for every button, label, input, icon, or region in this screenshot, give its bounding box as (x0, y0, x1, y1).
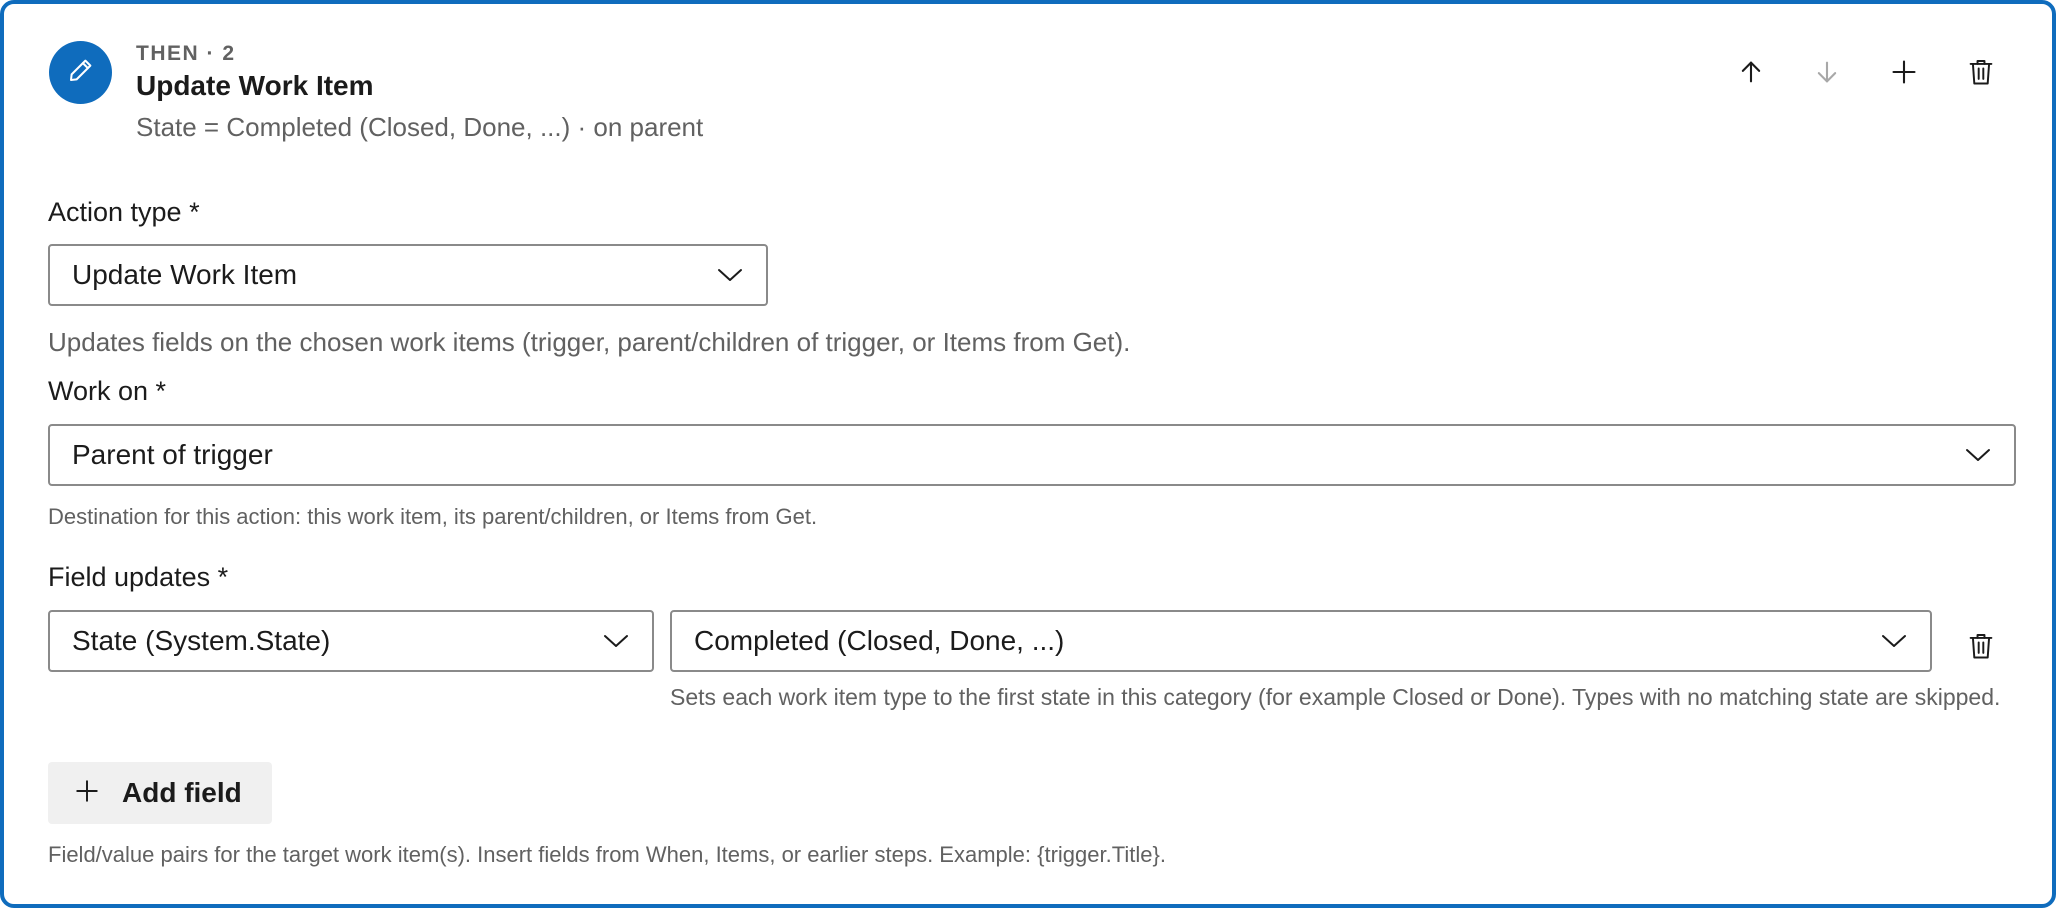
value-help: Sets each work item type to the first st… (670, 684, 2001, 710)
step-summary: State = Completed (Closed, Done, ...) · … (136, 112, 704, 142)
step-avatar (49, 41, 112, 104)
chevron-down-icon (602, 627, 630, 655)
work-on-dropdown[interactable]: Parent of trigger (48, 424, 2016, 486)
plus-icon (1890, 58, 1918, 91)
field-updates-label: Field updates * (48, 562, 229, 592)
pencil-icon (66, 55, 96, 90)
plus-icon (74, 778, 100, 809)
arrow-up-icon (1737, 58, 1765, 91)
value-select-value: Completed (Closed, Done, ...) (694, 625, 1065, 656)
field-select-value: State (System.State) (72, 625, 331, 656)
trash-icon (1967, 57, 1995, 92)
delete-step-button[interactable] (1957, 50, 2005, 98)
step-eyebrow: THEN · 2 (136, 42, 236, 65)
work-on-label: Work on * (48, 376, 167, 406)
move-up-button[interactable] (1727, 50, 1775, 98)
action-type-label: Action type * (48, 197, 200, 227)
value-select[interactable]: Completed (Closed, Done, ...) (670, 610, 1932, 672)
add-step-button[interactable] (1880, 50, 1928, 98)
remove-field-button[interactable] (1957, 624, 2005, 672)
chevron-down-icon (1880, 627, 1908, 655)
add-field-button[interactable]: Add field (48, 762, 272, 824)
chevron-down-icon (716, 261, 744, 289)
work-on-help: Destination for this action: this work i… (48, 504, 818, 529)
action-type-value: Update Work Item (72, 259, 298, 290)
move-down-button[interactable] (1803, 50, 1851, 98)
trash-icon (1967, 631, 1995, 666)
step-title: Update Work Item (136, 70, 374, 101)
action-step-card: THEN · 2 Update Work Item State = Comple… (0, 0, 2056, 908)
action-type-dropdown[interactable]: Update Work Item (48, 244, 768, 306)
chevron-down-icon (1964, 441, 1992, 469)
action-type-help: Updates fields on the chosen work items … (48, 327, 1131, 357)
field-updates-help: Field/value pairs for the target work it… (48, 842, 1166, 867)
arrow-down-icon (1813, 58, 1841, 91)
work-on-value: Parent of trigger (72, 439, 273, 470)
field-select[interactable]: State (System.State) (48, 610, 654, 672)
add-field-label: Add field (122, 777, 242, 808)
